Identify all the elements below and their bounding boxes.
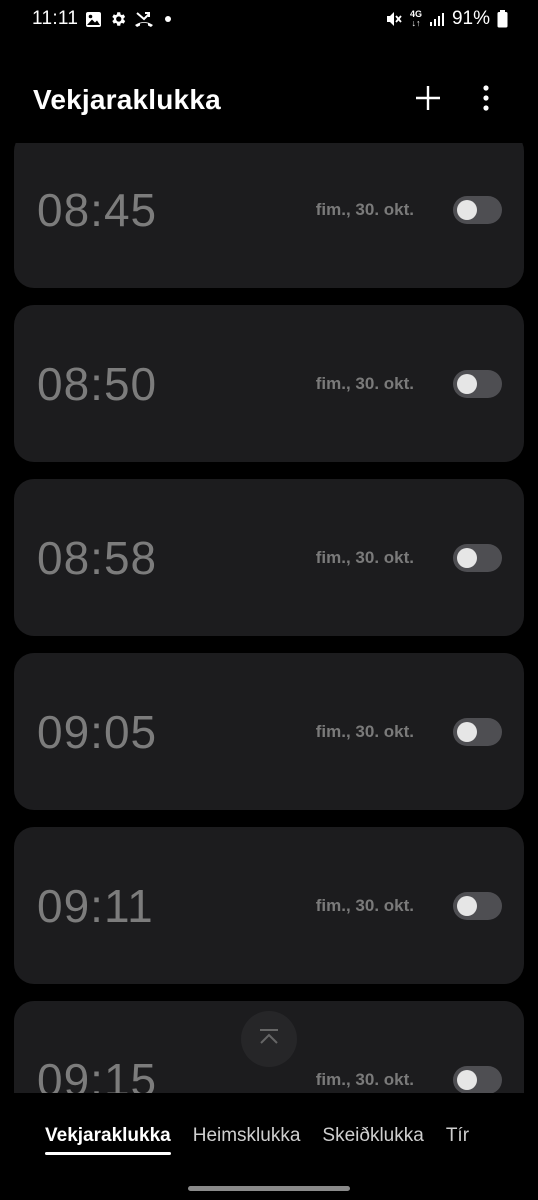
alarm-toggle[interactable] (453, 369, 502, 398)
battery-percent: 91% (451, 8, 490, 29)
status-bar: 11:11 4G ↓↑ 91% (0, 0, 538, 38)
tab-alarm[interactable]: Vekjaraklukka (45, 1125, 171, 1155)
toggle-knob (457, 373, 477, 394)
page-title: Vekjaraklukka (33, 84, 221, 115)
alarm-toggle[interactable] (453, 543, 502, 572)
alarm-toggle[interactable] (453, 195, 502, 224)
scroll-to-top-button[interactable] (241, 1011, 297, 1067)
alarm-list-viewport[interactable]: 08:45 fim., 30. okt. 08:50 fim., 30. okt… (0, 143, 538, 1093)
toggle-knob (457, 1069, 477, 1090)
more-options-button[interactable] (464, 78, 508, 122)
alarm-time: 09:05 (37, 705, 158, 758)
alarm-list: 08:45 fim., 30. okt. 08:50 fim., 30. okt… (14, 143, 524, 1093)
more-vert-icon (482, 84, 490, 116)
alarm-card[interactable]: 08:45 fim., 30. okt. (14, 143, 524, 288)
network-arrows: ↓↑ (411, 18, 421, 28)
status-left: 11:11 (32, 8, 172, 30)
gallery-icon (85, 11, 102, 28)
alarm-date: fim., 30. okt. (315, 547, 414, 567)
alarm-date: fim., 30. okt. (315, 895, 414, 915)
signal-icon (429, 11, 445, 27)
toggle-knob (457, 895, 477, 916)
alarm-toggle[interactable] (453, 717, 502, 746)
missed-call-icon (134, 10, 154, 28)
status-time: 11:11 (32, 8, 79, 29)
tab-world-clock[interactable]: Heimsklukka (193, 1125, 301, 1155)
alarm-card[interactable]: 09:05 fim., 30. okt. (14, 653, 524, 810)
add-alarm-button[interactable] (406, 78, 450, 122)
tab-stopwatch[interactable]: Skeiðklukka (322, 1125, 423, 1155)
alarm-screen: 11:11 4G ↓↑ 91% Vekjaraklukka 08:45 fim.… (0, 0, 538, 1200)
alarm-time: 08:58 (37, 531, 158, 584)
notification-dot (165, 16, 172, 22)
chevron-up-icon (258, 1028, 280, 1051)
app-header: Vekjaraklukka (0, 70, 538, 130)
home-indicator[interactable] (188, 1186, 350, 1191)
mute-icon (385, 10, 403, 28)
plus-icon (414, 84, 442, 117)
alarm-date: fim., 30. okt. (315, 1069, 414, 1089)
alarm-date: fim., 30. okt. (315, 373, 414, 393)
network-icon: 4G ↓↑ (410, 10, 422, 28)
alarm-time: 08:45 (37, 183, 158, 236)
alarm-time: 09:15 (37, 1053, 158, 1094)
bottom-tab-bar: Vekjaraklukka Heimsklukka Skeiðklukka Tí… (0, 1115, 538, 1165)
settings-icon (109, 10, 127, 28)
status-right: 4G ↓↑ 91% (385, 8, 508, 30)
alarm-time: 09:11 (37, 879, 154, 932)
alarm-toggle[interactable] (453, 1065, 502, 1093)
alarm-date: fim., 30. okt. (315, 199, 414, 219)
tab-timer[interactable]: Tír (446, 1125, 469, 1155)
alarm-toggle[interactable] (453, 891, 502, 920)
alarm-date: fim., 30. okt. (315, 721, 414, 741)
toggle-knob (457, 199, 477, 220)
toggle-knob (457, 721, 477, 742)
alarm-time: 08:50 (37, 357, 158, 410)
alarm-card[interactable]: 08:58 fim., 30. okt. (14, 479, 524, 636)
battery-icon (497, 10, 508, 28)
alarm-card[interactable]: 09:11 fim., 30. okt. (14, 827, 524, 984)
alarm-card[interactable]: 08:50 fim., 30. okt. (14, 305, 524, 462)
toggle-knob (457, 547, 477, 568)
